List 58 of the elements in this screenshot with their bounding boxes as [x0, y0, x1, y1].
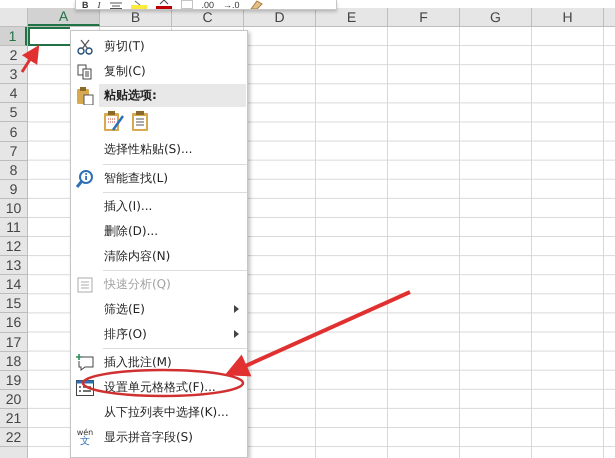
row-header[interactable]: 14	[0, 275, 27, 294]
column-header[interactable]: A	[28, 8, 100, 26]
font-color-icon[interactable]	[156, 0, 172, 9]
row-header[interactable]: 10	[0, 198, 27, 218]
menu-item[interactable]: 从下拉列表中选择(K)...	[99, 404, 229, 421]
increase-decimal-button[interactable]: →.0	[223, 0, 240, 10]
row-header[interactable]: 22	[0, 428, 27, 448]
row-header[interactable]: 16	[0, 313, 27, 332]
row-header[interactable]: 7	[0, 142, 27, 161]
column-header[interactable]: H	[532, 8, 604, 26]
row-header[interactable]: 8	[0, 160, 27, 180]
paste-icon[interactable]	[131, 110, 149, 132]
fill-color-icon[interactable]	[130, 0, 146, 9]
menu-item[interactable]: 插入批注(M)	[99, 354, 172, 371]
menu-item[interactable]: 复制(C)	[99, 63, 146, 80]
borders-icon[interactable]	[180, 0, 192, 9]
row-header[interactable]: 13	[0, 256, 27, 276]
row-header[interactable]: 12	[0, 237, 27, 256]
row-header[interactable]: 3	[0, 65, 27, 84]
decrease-decimal-button[interactable]: .00	[202, 0, 214, 10]
column-header[interactable]: G	[460, 8, 532, 26]
menu-item[interactable]: 选择性粘贴(S)...	[99, 140, 192, 158]
clipboard-icon	[76, 86, 94, 104]
paste-formatting-icon[interactable]	[103, 110, 125, 132]
column-header[interactable]: F	[388, 8, 460, 26]
menu-section-header: 粘贴选项:	[99, 84, 246, 107]
phonetic-icon-text: 文	[80, 436, 90, 446]
menu-item[interactable]: 筛选(E)	[99, 301, 145, 318]
row-header[interactable]: 20	[0, 390, 27, 409]
scissors-icon	[77, 38, 93, 54]
row-header[interactable]: 9	[0, 180, 27, 199]
annotation-arrow	[20, 44, 40, 73]
row-header[interactable]: 11	[0, 218, 27, 238]
row-header[interactable]: 6	[0, 122, 27, 142]
info-search-icon	[76, 170, 94, 188]
menu-item[interactable]: 排序(O)	[99, 326, 147, 343]
align-icon[interactable]	[110, 0, 122, 8]
menu-item[interactable]: 显示拼音字段(S)	[99, 429, 193, 446]
row-header[interactable]: 19	[0, 370, 27, 390]
menu-item[interactable]: 删除(D)...	[99, 223, 158, 240]
row-header[interactable]: 17	[0, 332, 27, 352]
row-header[interactable]: 4	[0, 84, 27, 104]
row-header[interactable]: 15	[0, 294, 27, 314]
row-header[interactable]: 18	[0, 352, 27, 371]
row-header[interactable]: 5	[0, 103, 27, 122]
menu-item[interactable]: 插入(I)...	[99, 198, 152, 215]
copy-icon	[77, 64, 93, 80]
phonetic-icon-text: wén	[76, 428, 94, 436]
bold-button[interactable]: B	[82, 0, 88, 10]
quick-analysis-icon	[77, 276, 93, 292]
italic-button[interactable]: I	[98, 0, 100, 10]
menu-item[interactable]: 智能查找(L)	[99, 170, 168, 187]
row-header[interactable]: 2	[0, 46, 27, 66]
comment-icon	[76, 354, 94, 371]
menu-item[interactable]: 清除内容(N)	[99, 248, 170, 265]
row-header[interactable]: 1	[0, 27, 27, 46]
menu-item[interactable]: 剪切(T)	[99, 38, 145, 55]
row-header[interactable]: 21	[0, 408, 27, 428]
